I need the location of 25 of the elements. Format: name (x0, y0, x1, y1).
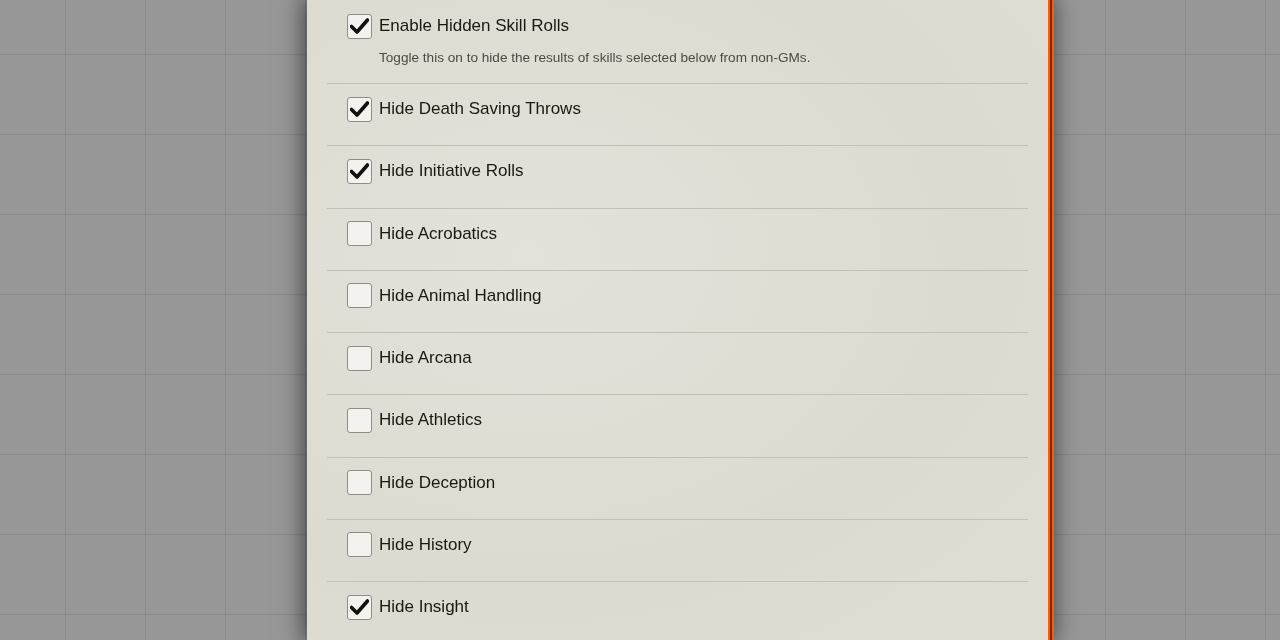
option-label: Hide Acrobatics (379, 222, 498, 245)
checkbox[interactable] (347, 470, 372, 495)
check-icon (350, 599, 369, 615)
checkbox[interactable] (347, 532, 372, 558)
option-label: Hide History (379, 533, 472, 556)
option-label: Hide Death Saving Throws (379, 98, 581, 120)
check-icon (350, 101, 369, 117)
check-icon (350, 163, 369, 180)
checkbox[interactable] (347, 407, 372, 433)
option-label: Hide Insight (379, 596, 469, 618)
checkbox[interactable] (347, 96, 372, 122)
option-label: Hide Deception (379, 471, 496, 494)
option-label: Hide Arcana (379, 347, 472, 369)
checkbox[interactable] (347, 221, 372, 246)
checkbox[interactable] (347, 594, 372, 620)
checkbox[interactable] (347, 283, 372, 309)
option-label: Hide Animal Handling (379, 284, 542, 307)
checkbox[interactable] (347, 158, 372, 184)
checkbox[interactable] (347, 345, 372, 371)
option-label: Enable Hidden Skill Rolls (379, 15, 569, 37)
option-label: Hide Initiative Rolls (379, 160, 524, 183)
hint-text: Toggle this on to hide the results of skills selected below from non-GMs. (379, 49, 811, 67)
option-label: Hide Athletics (379, 409, 482, 432)
check-icon (350, 18, 369, 34)
checkbox[interactable] (347, 13, 372, 39)
